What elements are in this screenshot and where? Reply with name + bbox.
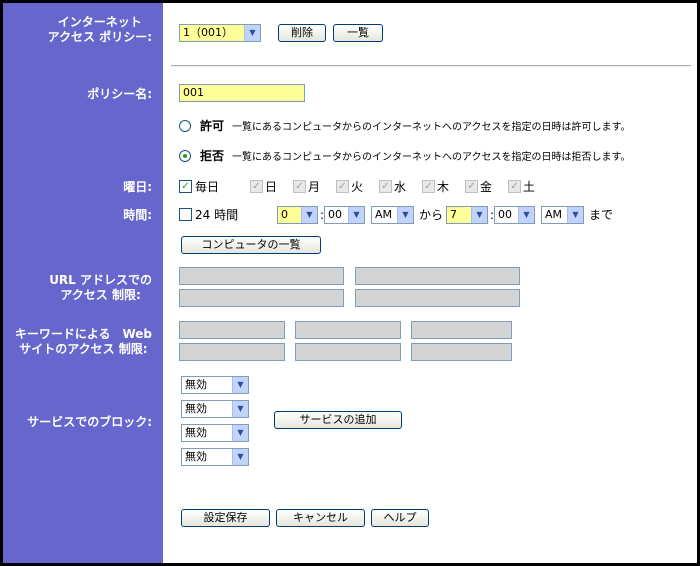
- keyword-input[interactable]: [295, 343, 401, 361]
- keyword-restriction-label: キーワードによる Web サイトのアクセス 制限:: [15, 327, 152, 357]
- day-label: 日: [265, 180, 278, 194]
- allow-radio[interactable]: [179, 120, 191, 132]
- end-hour-select[interactable]: 7 ▼: [446, 206, 488, 224]
- url-input[interactable]: [179, 289, 344, 307]
- label-line: URL アドレスでの: [49, 273, 152, 287]
- day-checkbox[interactable]: ✓: [336, 180, 349, 193]
- end-ampm-select[interactable]: AM ▼: [541, 206, 584, 224]
- delete-button[interactable]: 削除: [278, 24, 326, 42]
- select-value: AM: [375, 208, 393, 221]
- policy-name-label: ポリシー名:: [87, 87, 152, 101]
- select-value: 7: [450, 208, 457, 221]
- 24-hour-checkbox[interactable]: [179, 208, 192, 221]
- policy-select-value: 1（001）: [183, 26, 233, 39]
- keyword-input[interactable]: [411, 321, 512, 339]
- select-value: 00: [328, 208, 342, 221]
- time-label: 時間:: [123, 208, 152, 222]
- url-input[interactable]: [355, 289, 520, 307]
- select-value: 無効: [185, 450, 207, 463]
- keyword-input[interactable]: [411, 343, 512, 361]
- day-label: 月: [308, 180, 321, 194]
- deny-description: 一覧にあるコンピュータからのインターネットへのアクセスを指定の日時は拒否します。: [232, 152, 631, 163]
- chevron-down-icon: ▼: [232, 425, 248, 441]
- everyday-label: 毎日: [195, 180, 220, 194]
- chevron-down-icon: ▼: [232, 377, 248, 393]
- select-value: 無効: [185, 402, 207, 415]
- chevron-down-icon: ▼: [232, 401, 248, 417]
- divider: [171, 65, 691, 67]
- day-label: 火: [351, 180, 364, 194]
- label-line: サイトのアクセス 制限:: [19, 342, 148, 356]
- cancel-button[interactable]: キャンセル: [276, 509, 365, 527]
- keyword-input[interactable]: [179, 343, 285, 361]
- select-value: AM: [545, 208, 563, 221]
- label-line: アクセス 制限:: [60, 288, 141, 302]
- select-value: 00: [498, 208, 512, 221]
- everyday-checkbox[interactable]: ✓: [179, 180, 192, 193]
- add-service-button[interactable]: サービスの追加: [274, 411, 402, 429]
- chevron-down-icon: ▼: [471, 207, 487, 223]
- day-checkbox[interactable]: ✓: [465, 180, 478, 193]
- service-block-label: サービスでのブロック:: [27, 415, 152, 429]
- chevron-down-icon: ▼: [301, 207, 317, 223]
- save-settings-button[interactable]: 設定保存: [181, 509, 270, 527]
- allow-description: 一覧にあるコンピュータからのインターネットへのアクセスを指定の日時は許可します。: [232, 122, 631, 133]
- internet-access-policy-label: インターネット アクセス ポリシー:: [48, 15, 152, 45]
- service-select[interactable]: 無効 ▼: [181, 424, 249, 442]
- deny-label: 拒否: [200, 149, 225, 163]
- keyword-input[interactable]: [295, 321, 401, 339]
- day-label: 金: [480, 180, 493, 194]
- day-label: 木: [437, 180, 450, 194]
- policy-name-input[interactable]: 001: [179, 84, 305, 102]
- label-line: アクセス ポリシー:: [47, 30, 152, 44]
- day-checkbox[interactable]: ✓: [379, 180, 392, 193]
- chevron-down-icon: ▼: [397, 207, 413, 223]
- select-value: 無効: [185, 378, 207, 391]
- service-select[interactable]: 無効 ▼: [181, 400, 249, 418]
- url-input[interactable]: [355, 267, 520, 285]
- weekday-label: 曜日:: [123, 180, 152, 194]
- select-value: 0: [281, 208, 288, 221]
- label-line: キーワードによる Web: [14, 327, 152, 341]
- 24-hour-label: 24 時間: [195, 208, 239, 222]
- keyword-input[interactable]: [179, 321, 285, 339]
- url-restriction-label: URL アドレスでの アクセス 制限:: [49, 273, 152, 303]
- select-value: 無効: [185, 426, 207, 439]
- to-label: まで: [589, 208, 614, 222]
- list-button[interactable]: 一覧: [333, 24, 383, 42]
- end-minute-select[interactable]: 00 ▼: [494, 206, 535, 224]
- service-select[interactable]: 無効 ▼: [181, 376, 249, 394]
- chevron-down-icon: ▼: [232, 449, 248, 465]
- start-ampm-select[interactable]: AM ▼: [371, 206, 414, 224]
- from-label: から: [419, 208, 444, 222]
- allow-label: 許可: [200, 119, 225, 133]
- policy-select[interactable]: 1（001） ▼: [179, 24, 261, 42]
- chevron-down-icon: ▼: [567, 207, 583, 223]
- help-button[interactable]: ヘルプ: [371, 509, 429, 527]
- policy-page: インターネット アクセス ポリシー: ポリシー名: 曜日: 時間: URL アド…: [0, 0, 700, 566]
- label-line: インターネット: [57, 15, 142, 29]
- chevron-down-icon: ▼: [518, 207, 534, 223]
- day-label: 土: [523, 180, 536, 194]
- day-checkbox[interactable]: ✓: [293, 180, 306, 193]
- day-label: 水: [394, 180, 407, 194]
- service-select[interactable]: 無効 ▼: [181, 448, 249, 466]
- day-checkbox[interactable]: ✓: [250, 180, 263, 193]
- chevron-down-icon: ▼: [348, 207, 364, 223]
- computer-list-button[interactable]: コンピュータの一覧: [181, 236, 321, 254]
- start-minute-select[interactable]: 00 ▼: [324, 206, 365, 224]
- start-hour-select[interactable]: 0 ▼: [277, 206, 318, 224]
- day-checkbox[interactable]: ✓: [508, 180, 521, 193]
- chevron-down-icon: ▼: [244, 25, 260, 41]
- day-checkbox[interactable]: ✓: [422, 180, 435, 193]
- url-input[interactable]: [179, 267, 344, 285]
- deny-radio[interactable]: [179, 150, 191, 162]
